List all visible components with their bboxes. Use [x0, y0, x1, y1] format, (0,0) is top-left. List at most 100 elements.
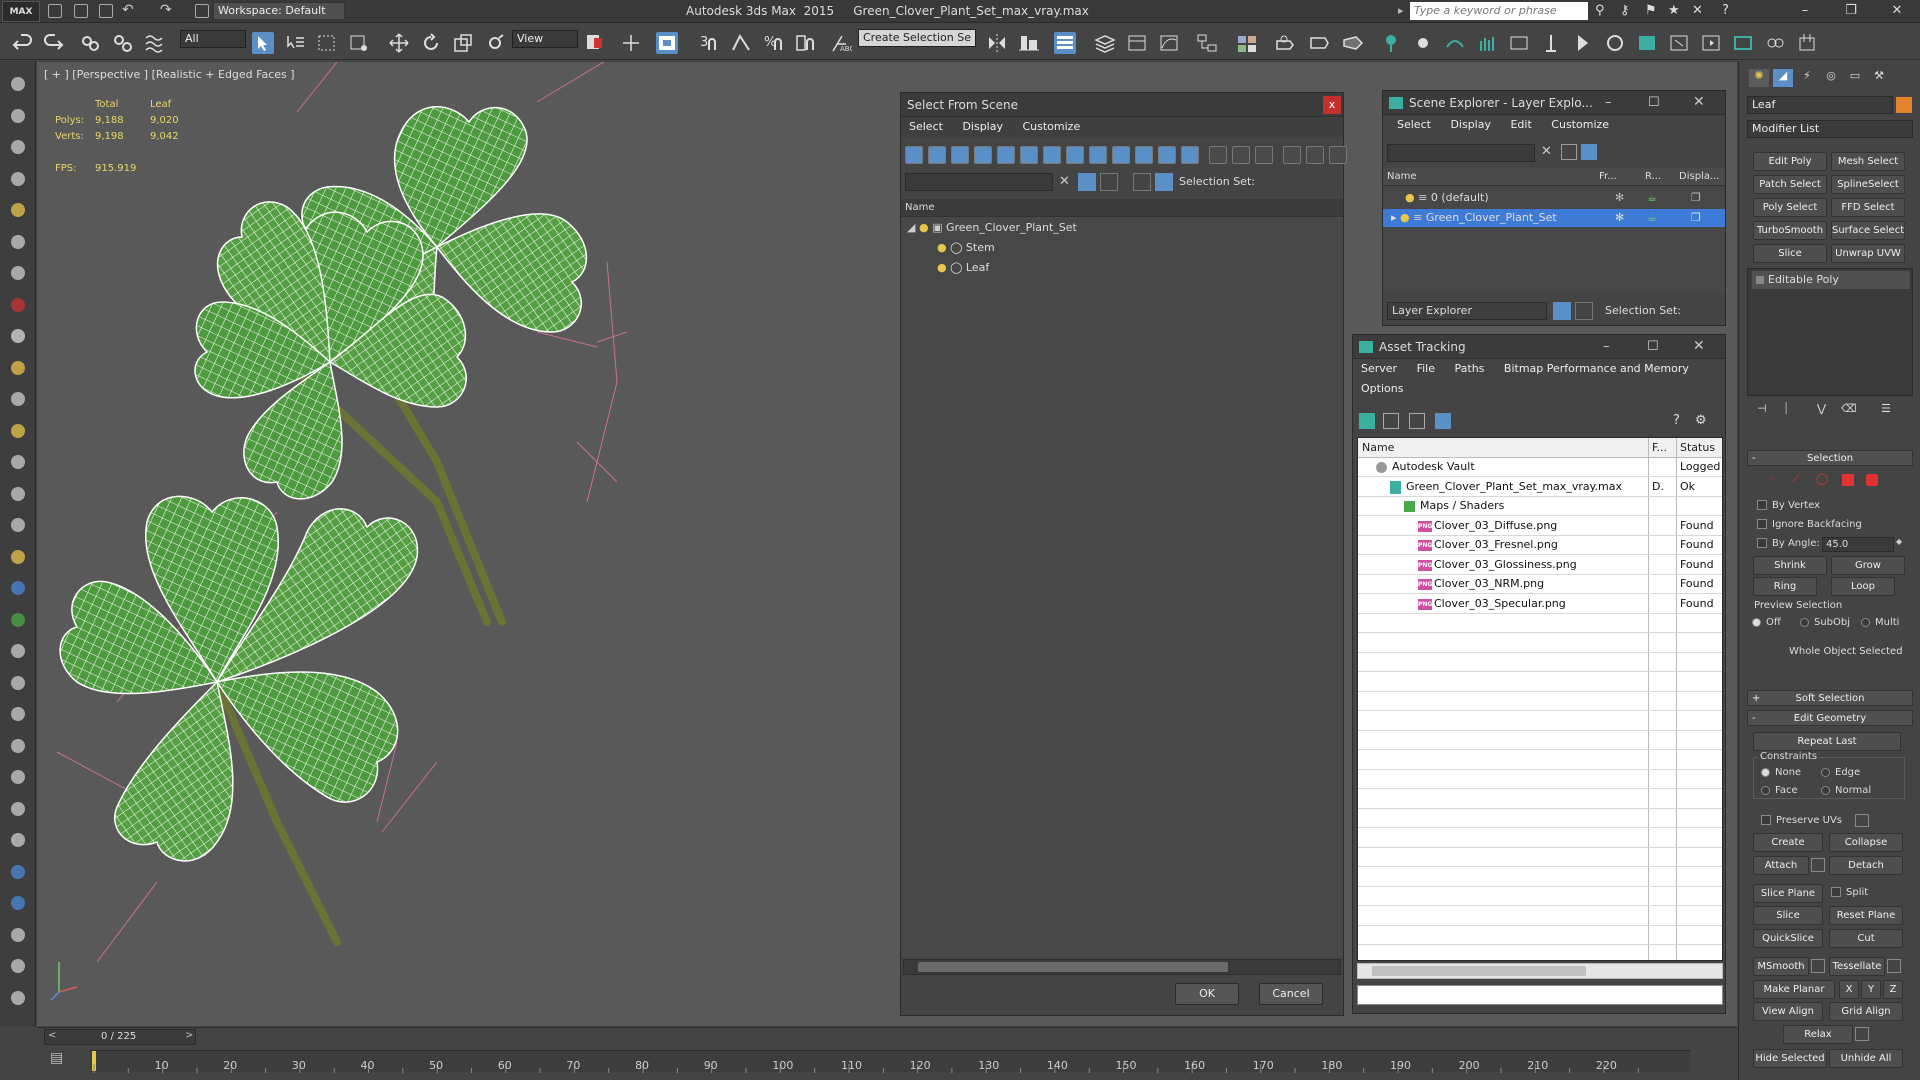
open-file-icon[interactable]: [74, 4, 88, 18]
checkbox[interactable]: [1831, 887, 1841, 897]
vray-material-icon[interactable]: [1732, 32, 1754, 54]
tessellate-settings-icon[interactable]: [1887, 959, 1901, 973]
preview-multi-radio[interactable]: Multi: [1861, 617, 1899, 628]
time-slider[interactable]: < 0 / 225 >: [44, 1029, 196, 1045]
bone-icon[interactable]: [7, 829, 29, 851]
spline-select-button[interactable]: SplineSelect: [1831, 175, 1905, 194]
vray-render-icon[interactable]: [1668, 32, 1690, 54]
refresh-icon[interactable]: [1359, 413, 1375, 429]
selection-filter-dropdown[interactable]: All: [180, 30, 246, 48]
col-render[interactable]: R...: [1645, 168, 1661, 186]
menu-select[interactable]: Select: [901, 117, 951, 137]
radio[interactable]: [1752, 617, 1761, 627]
display-spacewarps-icon[interactable]: [1089, 146, 1107, 164]
redo-tool-icon[interactable]: [42, 32, 64, 54]
layer-row-green-clover[interactable]: ▸ ● ≡ Green_Clover_Plant_Set ✻ ☕ ❐: [1383, 209, 1725, 227]
view-align-button[interactable]: View Align: [1753, 1002, 1823, 1021]
create-helpers-icon[interactable]: [7, 199, 29, 221]
asset-row[interactable]: PNG Clover_03_NRM.png Found: [1358, 575, 1722, 594]
modify-tab-icon[interactable]: ◢: [1773, 69, 1793, 87]
undo-tool-icon[interactable]: [12, 32, 34, 54]
poly-select-button[interactable]: Poly Select: [1753, 198, 1827, 217]
ffd-select-button[interactable]: FFD Select: [1831, 198, 1905, 217]
tessellate-button[interactable]: Tessellate: [1829, 957, 1885, 976]
maximize-icon[interactable]: ☐: [1647, 339, 1659, 354]
light-bulb-icon[interactable]: ●: [1400, 211, 1410, 224]
select-object-icon[interactable]: [252, 32, 274, 54]
cut-button[interactable]: Cut: [1829, 929, 1903, 948]
link-icon[interactable]: [80, 32, 102, 54]
tree-item[interactable]: ● ◯ Leaf: [937, 259, 989, 277]
display-bones-icon[interactable]: [1158, 146, 1176, 164]
display-helpers-icon[interactable]: [1066, 146, 1084, 164]
repeat-last-button[interactable]: Repeat Last: [1753, 732, 1901, 751]
keyboard-shortcut-override-icon[interactable]: [656, 32, 678, 54]
display-invert-icon[interactable]: [951, 146, 969, 164]
select-by-name-icon[interactable]: [284, 32, 306, 54]
asset-row[interactable]: Green_Clover_Plant_Set_max_vray.max D. Ok: [1358, 478, 1722, 497]
border-icon[interactable]: ◯: [1816, 472, 1828, 485]
layer-explorer-icon[interactable]: [1553, 302, 1571, 320]
expand-arrow-icon[interactable]: ◢: [907, 221, 915, 234]
edge-icon[interactable]: ⟋: [1792, 472, 1800, 486]
create-geometry-icon[interactable]: [7, 73, 29, 95]
configure-modifier-sets-icon[interactable]: ☰: [1881, 402, 1891, 415]
render-icon[interactable]: [7, 955, 29, 977]
display-lights-icon[interactable]: [1020, 146, 1038, 164]
preserve-uvs-checkbox[interactable]: Preserve UVs: [1761, 815, 1842, 826]
systems-icon[interactable]: [7, 262, 29, 284]
material-editor-icon[interactable]: [1236, 32, 1258, 54]
unhide-all-button[interactable]: Unhide All: [1829, 1049, 1903, 1068]
hierarchy-icon[interactable]: [1155, 173, 1173, 191]
bind-space-warp-icon[interactable]: [144, 32, 166, 54]
maximize-icon[interactable]: ☐: [1648, 95, 1660, 110]
expand-arrow-icon[interactable]: ▸: [1391, 211, 1397, 224]
menu-options[interactable]: Options: [1353, 379, 1411, 399]
plant-icon[interactable]: [7, 766, 29, 788]
by-vertex-checkbox[interactable]: By Vertex: [1757, 500, 1820, 511]
vray-camera-icon[interactable]: [1572, 32, 1594, 54]
curve-editor-icon[interactable]: [1158, 32, 1180, 54]
display-tab-icon[interactable]: ▭: [1845, 69, 1865, 87]
grass-icon[interactable]: [7, 609, 29, 631]
menu-paths[interactable]: Paths: [1447, 359, 1493, 379]
render-setup-icon[interactable]: [1274, 32, 1296, 54]
toggle-ribbon-icon[interactable]: [1126, 32, 1148, 54]
redo-icon[interactable]: ↷: [160, 2, 172, 18]
select-none-icon[interactable]: [1232, 146, 1250, 164]
radio[interactable]: [1821, 785, 1830, 795]
menu-server[interactable]: Server: [1353, 359, 1405, 379]
close-icon[interactable]: ✕: [1693, 94, 1705, 110]
reference-coordinate-dropdown[interactable]: View: [512, 30, 578, 48]
toggle-layer-explorer-icon[interactable]: [1094, 32, 1116, 54]
atom-icon[interactable]: [7, 703, 29, 725]
undo-icon[interactable]: ↶: [122, 2, 134, 18]
prev-frame-icon[interactable]: <: [48, 1030, 56, 1041]
radio[interactable]: [1861, 617, 1870, 627]
vray-ipr-icon[interactable]: [1700, 32, 1722, 54]
menu-display[interactable]: Display: [954, 117, 1011, 137]
cancel-button[interactable]: Cancel: [1259, 983, 1323, 1005]
light-icon[interactable]: [7, 420, 29, 442]
wave-icon[interactable]: [7, 735, 29, 757]
split-checkbox[interactable]: Split: [1831, 887, 1868, 898]
collapse-all-icon[interactable]: [1329, 146, 1347, 164]
create-button[interactable]: Create: [1753, 833, 1823, 852]
col-display[interactable]: Displa...: [1679, 168, 1719, 186]
window-crossing-icon[interactable]: [348, 32, 370, 54]
ring-button[interactable]: Ring: [1753, 577, 1817, 596]
edit-poly-button[interactable]: Edit Poly: [1753, 152, 1827, 171]
radio[interactable]: [1761, 785, 1770, 795]
save-file-icon[interactable]: [99, 4, 113, 18]
hierarchy-icon[interactable]: [1575, 302, 1593, 320]
toggle-scene-explorer-icon[interactable]: [1054, 32, 1076, 54]
new-file-icon[interactable]: [48, 4, 62, 18]
create-cameras-icon[interactable]: [7, 168, 29, 190]
rotate-icon[interactable]: [420, 32, 442, 54]
display-box-icon[interactable]: ❐: [1691, 189, 1701, 207]
select-manipulate-icon[interactable]: [620, 32, 642, 54]
planar-y-button[interactable]: Y: [1861, 980, 1881, 999]
angle-snap-icon[interactable]: [730, 32, 752, 54]
schematic-view-icon[interactable]: [1196, 32, 1218, 54]
light-bulb-icon[interactable]: ●: [937, 241, 947, 254]
